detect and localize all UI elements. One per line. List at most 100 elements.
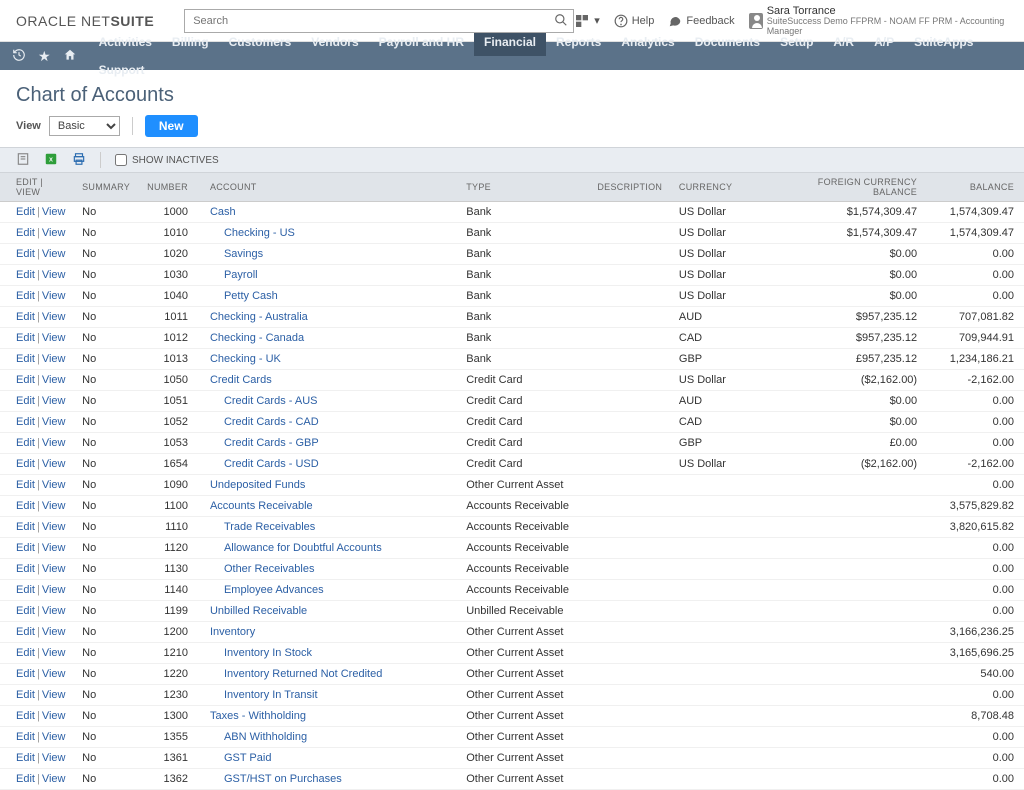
view-link[interactable]: View [42,668,66,680]
view-link[interactable]: View [42,710,66,722]
col-actions[interactable]: EDIT | VIEW [0,173,74,202]
edit-link[interactable]: Edit [16,542,35,554]
view-link[interactable]: View [42,311,66,323]
view-link[interactable]: View [42,773,66,785]
edit-link[interactable]: Edit [16,311,35,323]
view-link[interactable]: View [42,395,66,407]
view-link[interactable]: View [42,332,66,344]
edit-link[interactable]: Edit [16,500,35,512]
account-link[interactable]: Credit Cards - AUS [210,393,318,409]
new-button[interactable]: New [145,115,198,137]
nav-support[interactable]: Support [89,56,155,84]
edit-link[interactable]: Edit [16,437,35,449]
edit-link[interactable]: Edit [16,227,35,239]
account-link[interactable]: Other Receivables [210,561,315,577]
account-link[interactable]: Allowance for Doubtful Accounts [210,540,382,556]
nav-a-p[interactable]: A/P [864,28,904,56]
account-link[interactable]: Credit Cards [210,374,272,386]
view-link[interactable]: View [42,437,66,449]
account-link[interactable]: Credit Cards - USD [210,456,319,472]
view-link[interactable]: View [42,605,66,617]
view-link[interactable]: View [42,542,66,554]
feedback-link[interactable]: Feedback [668,14,734,28]
nav-setup[interactable]: Setup [770,28,823,56]
account-link[interactable]: ABN Withholding [210,729,307,745]
star-icon[interactable]: ★ [38,48,51,65]
view-link[interactable]: View [42,752,66,764]
edit-link[interactable]: Edit [16,479,35,491]
view-link[interactable]: View [42,563,66,575]
nav-suiteapps[interactable]: SuiteApps [904,28,983,56]
account-link[interactable]: Cash [210,206,236,218]
account-link[interactable]: GST/HST on Purchases [210,771,342,787]
history-icon[interactable] [12,48,26,65]
account-link[interactable]: Petty Cash [210,288,278,304]
view-link[interactable]: View [42,647,66,659]
view-link[interactable]: View [42,521,66,533]
edit-link[interactable]: Edit [16,248,35,260]
account-link[interactable]: Checking - Canada [210,332,304,344]
edit-link[interactable]: Edit [16,458,35,470]
col-currency[interactable]: CURRENCY [671,173,768,202]
view-link[interactable]: View [42,374,66,386]
col-fcb[interactable]: FOREIGN CURRENCY BALANCE [768,173,925,202]
account-link[interactable]: Savings [210,246,263,262]
col-balance[interactable]: BALANCE [925,173,1024,202]
search-icon[interactable] [554,13,568,30]
edit-link[interactable]: Edit [16,773,35,785]
view-link[interactable]: View [42,227,66,239]
account-link[interactable]: Checking - Australia [210,311,308,323]
print-icon[interactable] [72,152,86,169]
col-description[interactable]: DESCRIPTION [589,173,671,202]
edit-link[interactable]: Edit [16,290,35,302]
global-search[interactable] [184,9,574,33]
edit-link[interactable]: Edit [16,206,35,218]
view-select[interactable]: Basic [49,116,120,136]
account-link[interactable]: Accounts Receivable [210,500,313,512]
edit-link[interactable]: Edit [16,332,35,344]
edit-link[interactable]: Edit [16,563,35,575]
view-link[interactable]: View [42,479,66,491]
account-link[interactable]: Trade Receivables [210,519,315,535]
account-link[interactable]: Inventory In Transit [210,687,318,703]
home-icon[interactable] [63,48,77,65]
search-input[interactable] [184,9,574,33]
account-link[interactable]: Employee Advances [210,582,324,598]
view-link[interactable]: View [42,206,66,218]
edit-link[interactable]: Edit [16,689,35,701]
col-account[interactable]: ACCOUNT [196,173,458,202]
view-link[interactable]: View [42,626,66,638]
role-switcher-icon[interactable]: ▾ [574,13,600,29]
account-link[interactable]: Payroll [210,267,258,283]
col-number[interactable]: NUMBER [139,173,196,202]
account-link[interactable]: Inventory In Stock [210,645,312,661]
nav-analytics[interactable]: Analytics [611,28,684,56]
edit-link[interactable]: Edit [16,416,35,428]
account-link[interactable]: Taxes - Withholding [210,710,306,722]
view-link[interactable]: View [42,248,66,260]
edit-link[interactable]: Edit [16,584,35,596]
edit-link[interactable]: Edit [16,668,35,680]
help-link[interactable]: Help [614,14,655,28]
account-link[interactable]: Inventory [210,626,255,638]
account-link[interactable]: Inventory Returned Not Credited [210,666,382,682]
nav-activities[interactable]: Activities [89,28,162,56]
edit-link[interactable]: Edit [16,605,35,617]
edit-link[interactable]: Edit [16,521,35,533]
view-link[interactable]: View [42,731,66,743]
edit-link[interactable]: Edit [16,395,35,407]
edit-link[interactable]: Edit [16,731,35,743]
account-link[interactable]: Unbilled Receivable [210,605,307,617]
account-link[interactable]: Checking - US [210,225,295,241]
edit-link[interactable]: Edit [16,374,35,386]
view-link[interactable]: View [42,290,66,302]
view-link[interactable]: View [42,458,66,470]
edit-link[interactable]: Edit [16,710,35,722]
view-link[interactable]: View [42,353,66,365]
edit-link[interactable]: Edit [16,647,35,659]
edit-link[interactable]: Edit [16,269,35,281]
account-link[interactable]: Credit Cards - CAD [210,414,319,430]
export-excel-icon[interactable]: X [44,152,58,169]
account-link[interactable]: Credit Cards - GBP [210,435,319,451]
edit-link[interactable]: Edit [16,752,35,764]
